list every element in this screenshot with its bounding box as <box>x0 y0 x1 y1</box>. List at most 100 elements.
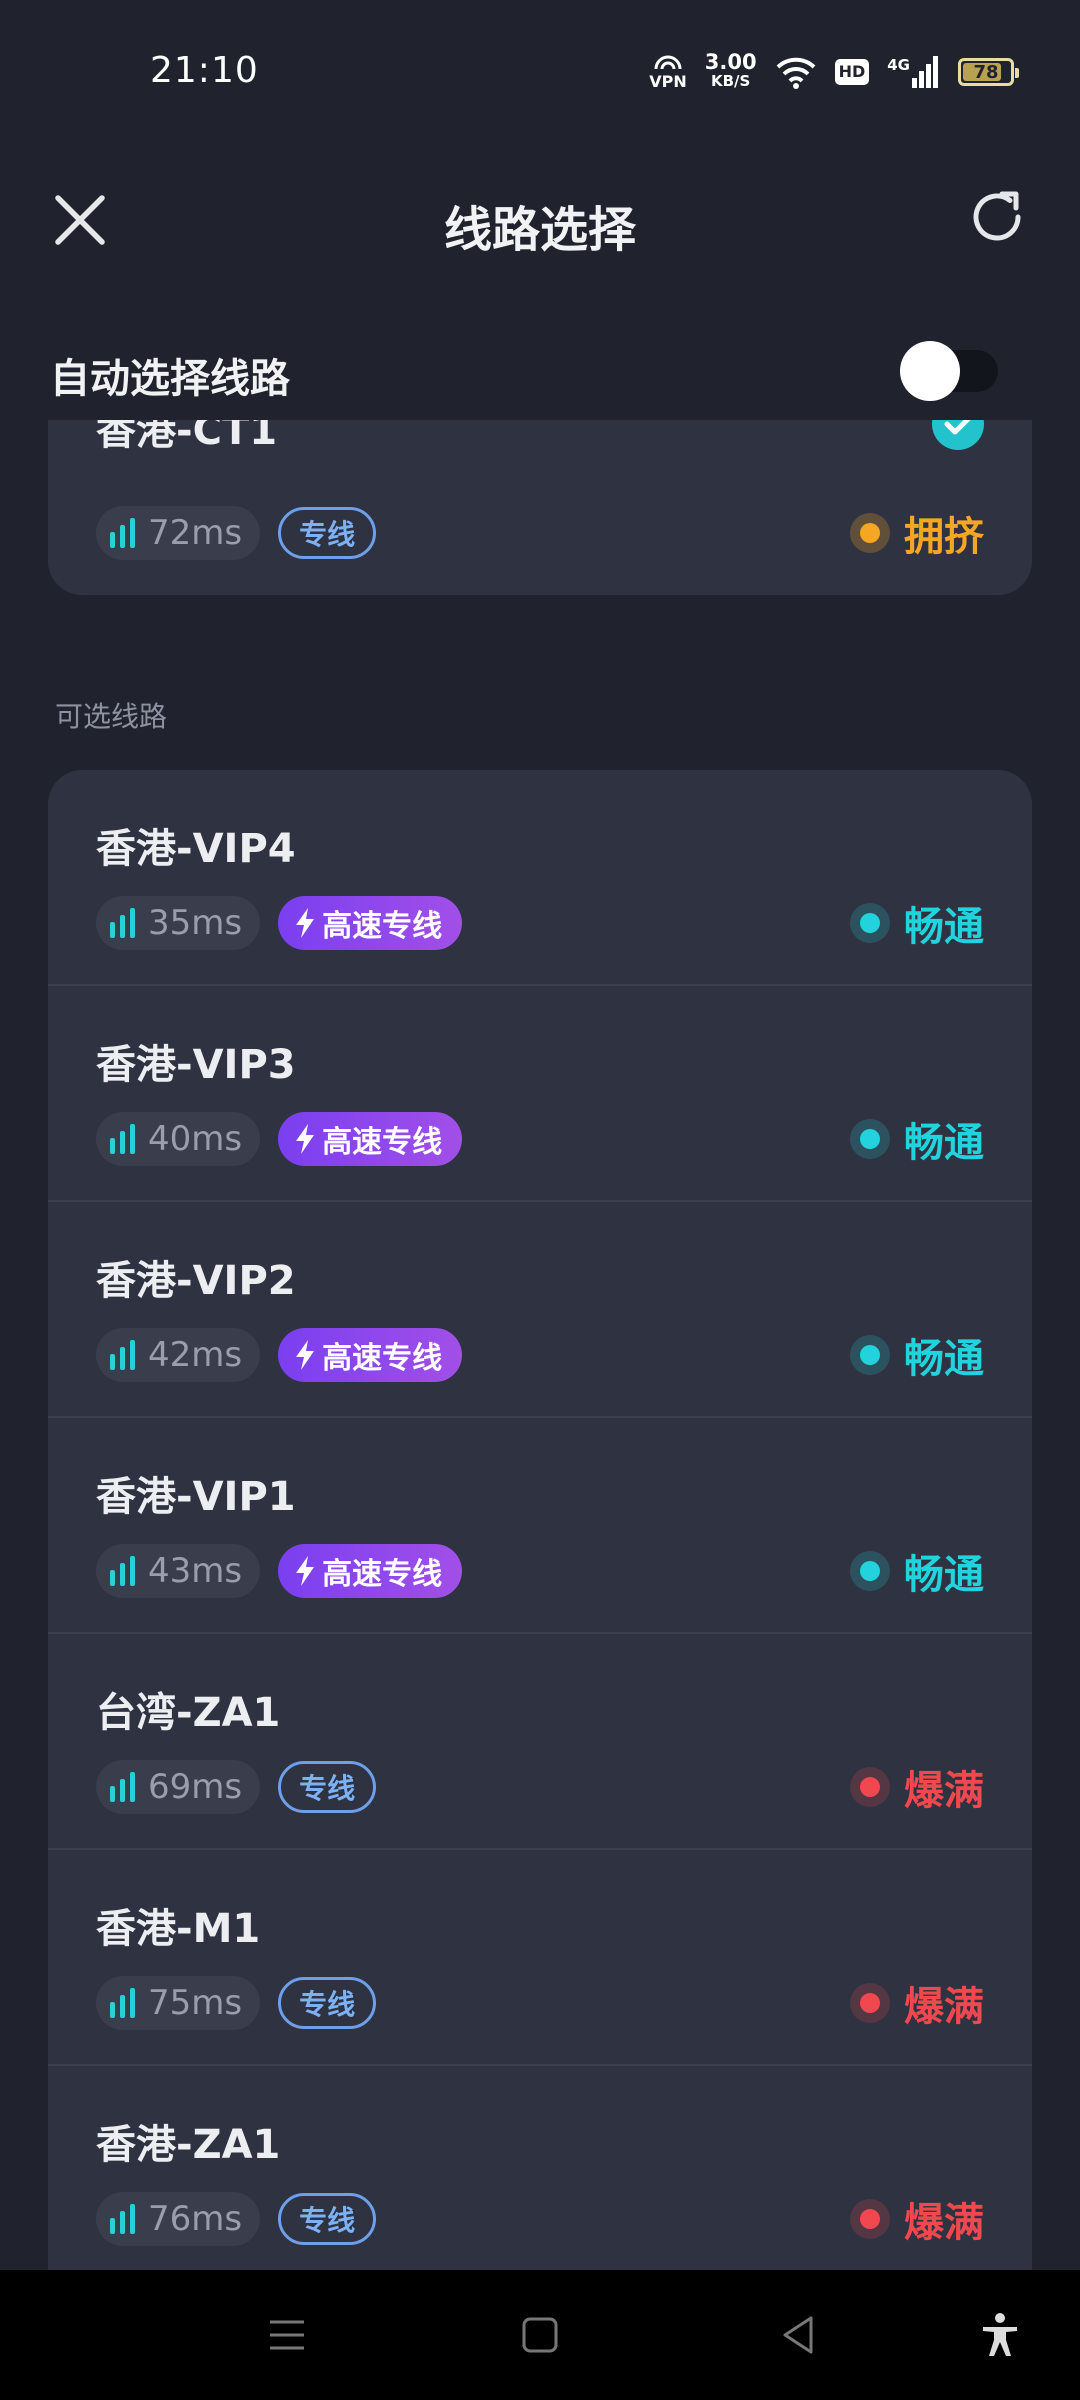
line-item[interactable]: 香港-VIP4 35ms 高速专线 畅通 <box>48 770 1032 986</box>
selected-line-meta: 72ms 专线 <box>96 506 377 560</box>
line-status: 畅通 <box>850 894 984 952</box>
status-text: 拥挤 <box>904 514 984 560</box>
ping-badge: 42ms <box>96 1328 261 1382</box>
line-tag: 专线 <box>278 507 377 559</box>
network-speed: 3.00 KB/S <box>704 50 757 91</box>
ping-badge: 43ms <box>96 1544 261 1598</box>
ping-badge: 40ms <box>96 1112 261 1166</box>
ping-badge: 76ms <box>96 2192 261 2246</box>
line-status: 爆满 <box>850 2190 984 2248</box>
line-name: 香港-VIP4 <box>96 826 296 872</box>
auto-select-label: 自动选择线路 <box>50 356 290 402</box>
line-meta: 69ms 专线 <box>96 1760 377 1814</box>
status-text: 畅通 <box>904 1552 984 1598</box>
line-item[interactable]: 香港-M1 75ms 专线 爆满 <box>48 1850 1032 2066</box>
fast-line-tag: 高速专线 <box>278 896 463 950</box>
line-status: 爆满 <box>850 1974 984 2032</box>
line-name: 香港-M1 <box>96 1906 261 1952</box>
status-dot <box>850 1119 890 1159</box>
status-text: 爆满 <box>904 1984 984 2030</box>
refresh-icon[interactable] <box>966 186 1028 248</box>
available-lines-list: 香港-VIP4 35ms 高速专线 畅通 香港-VIP3 40ms 高速专线 畅通 香港-VIP… <box>48 770 1032 2270</box>
lightning-icon <box>296 1340 315 1370</box>
signal-bars-icon <box>110 1556 135 1586</box>
check-icon <box>932 420 984 450</box>
auto-select-toggle[interactable] <box>900 341 998 401</box>
cell-signal-icon <box>912 56 938 88</box>
status-dot <box>850 903 890 943</box>
status-dot <box>850 2199 890 2239</box>
ping-value: 42ms <box>148 1335 243 1375</box>
line-name: 香港-ZA1 <box>96 2122 281 2168</box>
status-icons: VPN 3.00 KB/S HD 4G 78 <box>649 50 1019 92</box>
tag-text: 高速专线 <box>322 909 443 944</box>
line-item[interactable]: 台湾-ZA1 69ms 专线 爆满 <box>48 1634 1032 1850</box>
line-status: 畅通 <box>850 1542 984 1600</box>
ping-badge: 69ms <box>96 1760 261 1814</box>
fast-line-tag: 高速专线 <box>278 1328 463 1382</box>
line-item[interactable]: 香港-VIP3 40ms 高速专线 畅通 <box>48 986 1032 1202</box>
ping-badge: 35ms <box>96 896 261 950</box>
ping-value: 75ms <box>148 1983 243 2023</box>
signal-bars-icon <box>110 518 135 548</box>
vpn-key-icon <box>654 55 682 70</box>
status-text: 畅通 <box>904 904 984 950</box>
page-title: 线路选择 <box>443 202 636 258</box>
signal-bars-icon <box>110 1124 135 1154</box>
status-text: 爆满 <box>904 1768 984 1814</box>
line-meta: 35ms 高速专线 <box>96 896 463 950</box>
line-status: 畅通 <box>850 1326 984 1384</box>
line-name: 台湾-ZA1 <box>96 1690 281 1736</box>
status-bar: 21:10 VPN 3.00 KB/S HD 4G 78 <box>0 0 1080 140</box>
status-dot <box>850 513 890 553</box>
wifi-icon <box>776 57 815 89</box>
system-nav-bar <box>0 2270 1080 2400</box>
lightning-icon <box>296 1556 315 1586</box>
signal-bars-icon <box>110 1772 135 1802</box>
available-lines-label: 可选线路 <box>55 700 168 733</box>
speed-unit: KB/S <box>710 72 751 90</box>
line-item[interactable]: 香港-VIP2 42ms 高速专线 畅通 <box>48 1202 1032 1418</box>
tag-text: 高速专线 <box>322 1125 443 1160</box>
header: 线路选择 <box>0 140 1080 300</box>
line-name: 香港-VIP1 <box>96 1474 296 1520</box>
line-item[interactable]: 香港-ZA1 76ms 专线 爆满 <box>48 2066 1032 2270</box>
ping-value: 35ms <box>148 903 243 943</box>
line-meta: 42ms 高速专线 <box>96 1328 463 1382</box>
battery-icon: 78 <box>958 58 1019 86</box>
home-icon[interactable] <box>515 2310 565 2360</box>
cell-signal: 4G <box>887 56 940 88</box>
vpn-indicator: VPN <box>649 55 687 91</box>
line-status: 拥挤 <box>850 504 984 562</box>
vpn-label: VPN <box>649 72 687 91</box>
line-meta: 75ms 专线 <box>96 1976 377 2030</box>
line-meta: 43ms 高速专线 <box>96 1544 463 1598</box>
line-tag: 专线 <box>278 1977 377 2029</box>
ping-badge: 72ms <box>96 506 261 560</box>
menu-icon[interactable] <box>262 2310 312 2360</box>
line-item[interactable]: 香港-VIP1 43ms 高速专线 畅通 <box>48 1418 1032 1634</box>
toggle-knob <box>900 341 960 401</box>
line-meta: 40ms 高速专线 <box>96 1112 463 1166</box>
back-icon[interactable] <box>773 2310 823 2360</box>
fast-line-tag: 高速专线 <box>278 1544 463 1598</box>
ping-value: 43ms <box>148 1551 243 1591</box>
selected-line-card[interactable]: 香港-CT1 72ms 专线 拥挤 <box>48 420 1032 595</box>
line-tag: 专线 <box>278 1761 377 1813</box>
line-status: 爆满 <box>850 1758 984 1816</box>
line-tag: 专线 <box>278 2193 377 2245</box>
status-dot <box>850 1983 890 2023</box>
tag-text: 高速专线 <box>322 1341 443 1376</box>
status-time: 21:10 <box>150 50 259 91</box>
ping-value: 40ms <box>148 1119 243 1159</box>
status-dot <box>850 1551 890 1591</box>
signal-bars-icon <box>110 2204 135 2234</box>
fast-line-tag: 高速专线 <box>278 1112 463 1166</box>
status-dot <box>850 1767 890 1807</box>
status-dot <box>850 1335 890 1375</box>
ping-badge: 75ms <box>96 1976 261 2030</box>
accessibility-icon[interactable] <box>975 2310 1025 2360</box>
line-status: 畅通 <box>850 1110 984 1168</box>
status-text: 畅通 <box>904 1336 984 1382</box>
speed-value: 3.00 <box>704 50 757 74</box>
